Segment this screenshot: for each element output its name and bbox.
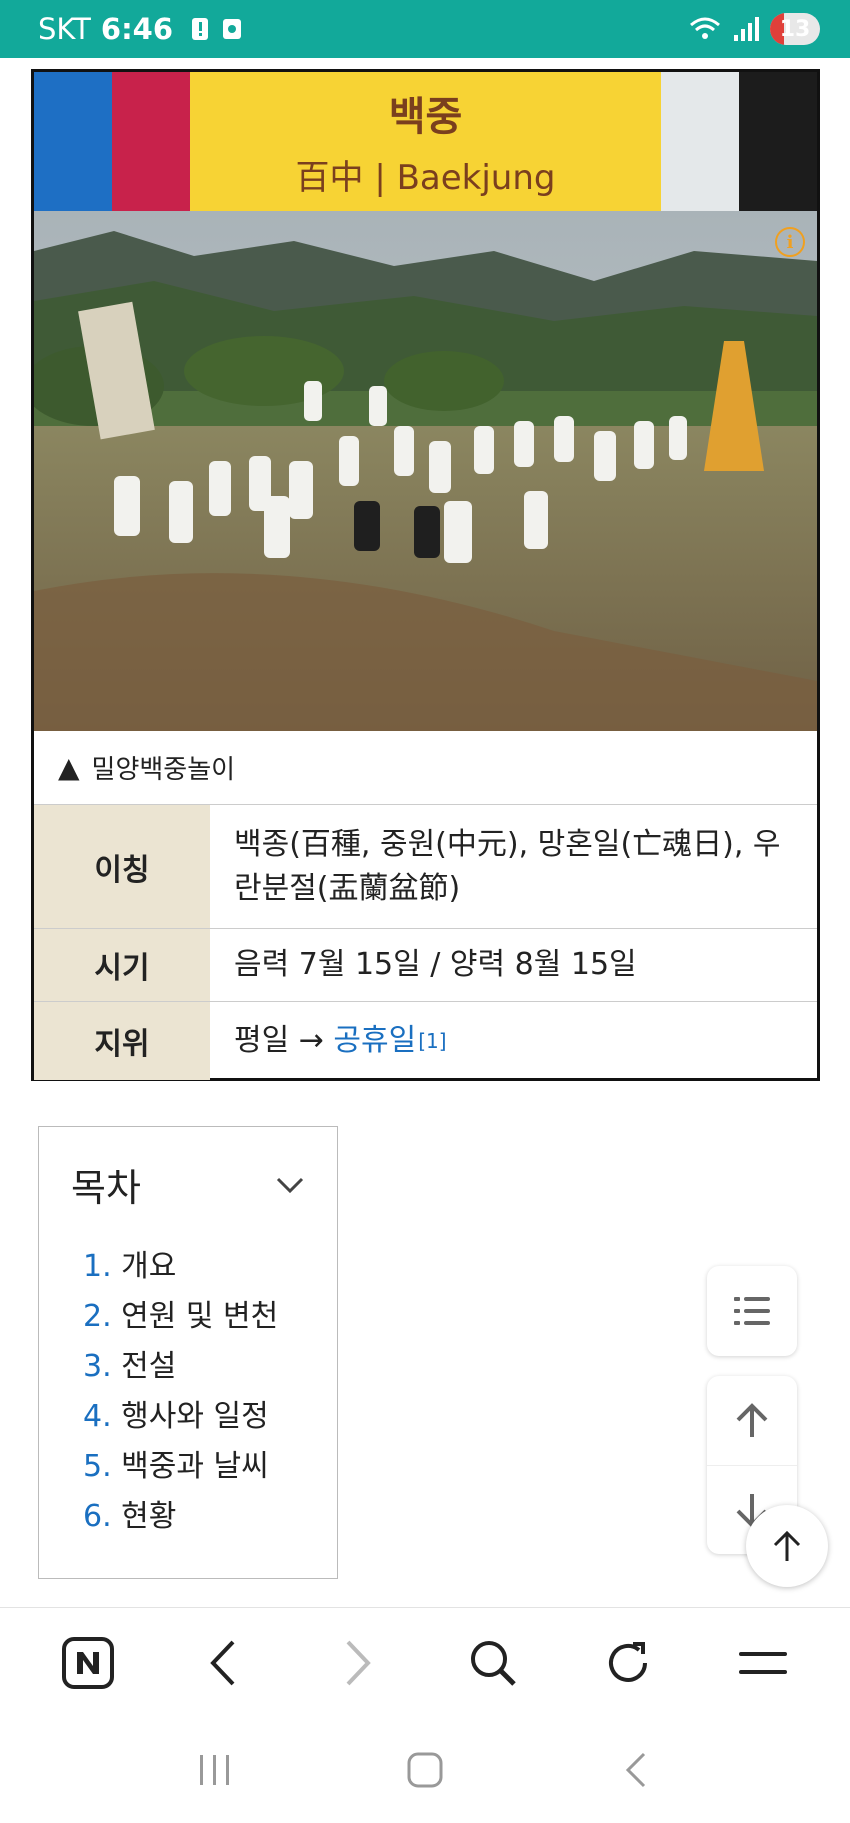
battery-indicator: 13 (770, 13, 820, 45)
row-label: 지위 (34, 1002, 210, 1080)
status-prefix: 평일 → (234, 1023, 334, 1059)
image-info-icon[interactable]: i (775, 227, 805, 257)
row-value: 음력 7월 15일 / 양력 8월 15일 (234, 947, 637, 983)
home-button[interactable] (390, 1740, 460, 1800)
row-label: 시기 (34, 929, 210, 1001)
forward-chevron-icon (346, 1640, 371, 1685)
refresh-icon (608, 1641, 647, 1682)
home-icon (407, 1752, 443, 1788)
color-stripe-black (739, 72, 817, 211)
footnote-ref-1[interactable]: [1] (418, 1027, 446, 1056)
color-stripe-red (112, 72, 190, 211)
carrier-label: SKT (38, 12, 91, 46)
search-icon (470, 1640, 516, 1686)
scroll-to-top-button[interactable] (746, 1505, 828, 1587)
row-label: 이칭 (34, 805, 210, 928)
browser-toolbar (0, 1607, 850, 1717)
infobox-header: 백중 百中 | Baekjung (34, 72, 817, 211)
signal-icon (734, 17, 759, 41)
clock: 6:46 (100, 12, 174, 46)
toc-item[interactable]: 5. 백중과 날씨 (83, 1442, 305, 1492)
row-value: 평일 → 공휴일 [1] (210, 1002, 817, 1080)
color-stripe-white (661, 72, 739, 211)
table-of-contents: 목차 1. 개요 2. 연원 및 변천 3. 전설 4. 행사와 일정 5. 백… (38, 1126, 338, 1579)
chevron-down-icon[interactable] (275, 1175, 305, 1195)
recents-button[interactable] (180, 1740, 250, 1800)
android-nav-bar (0, 1717, 850, 1823)
battery-level: 13 (779, 16, 811, 42)
festival-photo (34, 211, 817, 731)
photo-caption: ▲ 밀양백중놀이 (34, 731, 817, 805)
infobox: 백중 百中 | Baekjung i ▲ 밀양백중놀이 이칭 백종(百種, 중원… (31, 69, 820, 1081)
forward-button[interactable] (323, 1628, 393, 1698)
recents-icon (200, 1755, 229, 1785)
toc-item[interactable]: 4. 행사와 일정 (83, 1392, 305, 1442)
toc-toggle-button[interactable] (707, 1266, 797, 1356)
naver-home-button[interactable] (53, 1628, 123, 1698)
toc-item[interactable]: 1. 개요 (83, 1242, 305, 1292)
title-area: 백중 百中 | Baekjung (190, 72, 661, 211)
toc-item[interactable]: 3. 전설 (83, 1342, 305, 1392)
holiday-link[interactable]: 공휴일 (333, 1019, 416, 1063)
infobox-row-period: 시기 음력 7월 15일 / 양력 8월 15일 (34, 929, 817, 1002)
naver-logo-icon (61, 1636, 114, 1689)
refresh-button[interactable] (593, 1628, 663, 1698)
color-stripe-blue (34, 72, 112, 211)
back-chevron-icon (209, 1640, 234, 1685)
infobox-row-status: 지위 평일 → 공휴일 [1] (34, 1002, 817, 1080)
scroll-top-icon (773, 1530, 801, 1561)
arrow-up-icon (736, 1402, 768, 1437)
toc-item[interactable]: 2. 연원 및 변천 (83, 1292, 305, 1342)
system-back-button[interactable] (600, 1740, 670, 1800)
back-button[interactable] (188, 1628, 258, 1698)
menu-button[interactable] (728, 1628, 798, 1698)
scroll-up-button[interactable] (707, 1376, 797, 1465)
infobox-row-aliases: 이칭 백종(百種, 중원(中元), 망혼일(亡魂日), 우란분절(盂蘭盆節) (34, 805, 817, 929)
screenshot-icon (223, 19, 242, 39)
toc-title: 목차 (71, 1166, 141, 1210)
back-icon (625, 1752, 646, 1788)
page-subtitle: 百中 | Baekjung (295, 158, 556, 198)
page-title: 백중 (388, 94, 463, 140)
toc-item[interactable]: 6. 현황 (83, 1492, 305, 1542)
status-bar: SKT 6:46 13 (0, 0, 850, 58)
list-icon (734, 1297, 770, 1325)
row-value: 백종(百種, 중원(中元), 망혼일(亡魂日), 우란분절(盂蘭盆節) (234, 827, 781, 906)
caption-triangle-icon: ▲ (58, 751, 80, 784)
wifi-icon (690, 17, 720, 39)
infobox-photo[interactable]: i (34, 211, 817, 731)
menu-icon (738, 1651, 787, 1674)
search-button[interactable] (458, 1628, 528, 1698)
battery-alert-icon (192, 18, 209, 40)
caption-text: 밀양백중놀이 (91, 755, 236, 785)
